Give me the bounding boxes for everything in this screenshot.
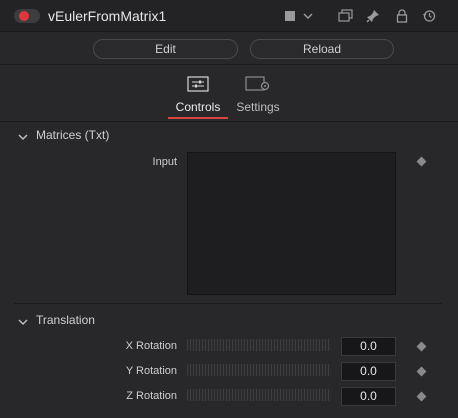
gear-panel-icon — [245, 76, 271, 95]
window-copy-icon[interactable] — [337, 7, 355, 25]
node-enable-toggle[interactable] — [14, 9, 40, 23]
tab-settings[interactable]: Settings — [228, 74, 288, 120]
section-title: Matrices (Txt) — [36, 128, 110, 142]
y-rotation-input[interactable]: 0.0 — [341, 362, 396, 381]
color-square-icon[interactable] — [281, 7, 299, 25]
active-tab-indicator — [168, 117, 228, 119]
tab-label: Settings — [236, 100, 280, 114]
x-rotation-label: X Rotation — [125, 340, 177, 352]
keyframe-diamond-icon[interactable] — [416, 366, 427, 377]
pin-icon[interactable] — [364, 7, 382, 25]
reload-button[interactable]: Reload — [250, 39, 394, 59]
z-rotation-slider[interactable] — [187, 389, 331, 401]
lock-icon[interactable] — [393, 7, 411, 25]
edit-button[interactable]: Edit — [93, 39, 238, 59]
section-matrices-header[interactable]: Matrices (Txt) — [0, 124, 458, 148]
script-buttons-row: Edit Reload — [0, 33, 458, 65]
keyframe-diamond-icon[interactable] — [416, 391, 427, 402]
toggle-knob — [19, 11, 29, 21]
y-rotation-slider[interactable] — [187, 364, 331, 376]
tab-label: Controls — [175, 100, 221, 114]
chevron-down-icon — [18, 315, 28, 329]
tab-controls[interactable]: Controls — [168, 74, 228, 120]
x-rotation-slider[interactable] — [187, 339, 331, 351]
reset-clock-icon[interactable] — [420, 7, 438, 25]
section-title: Translation — [36, 313, 95, 327]
chevron-down-icon — [18, 130, 28, 144]
input-matrix-field[interactable] — [187, 152, 396, 295]
keyframe-diamond-icon[interactable] — [416, 341, 427, 352]
node-header: vEulerFromMatrix1 — [0, 0, 458, 32]
section-divider — [14, 303, 442, 304]
x-rotation-input[interactable]: 0.0 — [341, 337, 396, 356]
inspector-tabs: Controls Settings — [0, 66, 458, 122]
y-rotation-label: Y Rotation — [125, 365, 177, 377]
z-rotation-label: Z Rotation — [126, 390, 177, 402]
keyframe-diamond-icon[interactable] — [416, 156, 427, 167]
chevron-down-icon[interactable] — [299, 7, 317, 25]
input-label: Input — [152, 156, 177, 168]
section-translation-header[interactable]: Translation — [0, 309, 458, 333]
node-title: vEulerFromMatrix1 — [48, 8, 167, 24]
z-rotation-input[interactable]: 0.0 — [341, 387, 396, 406]
sliders-icon — [187, 76, 209, 95]
